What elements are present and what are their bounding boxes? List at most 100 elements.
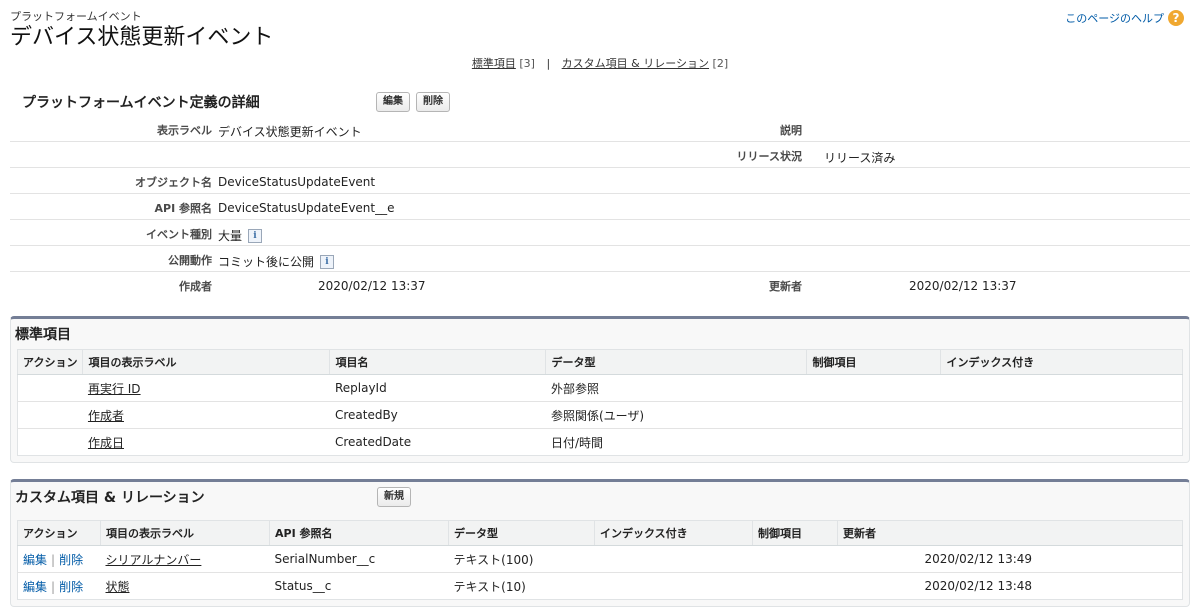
detail-row: オブジェクト名 DeviceStatusUpdateEvent — [10, 168, 1190, 194]
column-header: 更新者 — [837, 520, 1183, 546]
detail-label: 公開動作 — [168, 254, 212, 267]
detail-value-right: リリース済み — [824, 151, 896, 165]
field-name-cell: CreatedBy — [329, 401, 546, 429]
detail-label: イベント種別 — [146, 228, 212, 241]
label-cell: 作成者 — [82, 401, 330, 429]
related-list-header: 標準項目 — [11, 319, 1189, 349]
action-cell — [18, 429, 83, 456]
related-list-title: カスタム項目 & リレーション — [15, 490, 205, 506]
detail-row: 表示ラベル デバイス状態更新イベント 説明 — [10, 116, 1190, 142]
detail-value: DeviceStatusUpdateEvent__e — [218, 201, 395, 215]
column-header: データ型 — [448, 520, 595, 546]
label-cell: 状態 — [101, 573, 270, 600]
controlling-field-cell — [753, 573, 838, 600]
action-cell — [17, 374, 83, 402]
object-type-label: プラットフォームイベント — [10, 10, 142, 23]
custom-fields-table: アクション 項目の表示ラベル API 参照名 データ型 インデックス付き 制御項… — [17, 520, 1183, 600]
controlling-field-cell — [806, 401, 941, 429]
column-header: アクション — [17, 349, 84, 375]
standard-fields-count: [3] — [519, 57, 535, 70]
column-header: 項目の表示ラベル — [82, 349, 331, 375]
detail-label: 表示ラベル — [157, 124, 212, 137]
column-header: 制御項目 — [752, 520, 838, 546]
table-row: 編集 | 削除 シリアルナンバー SerialNumber__c テキスト(100)… — [17, 545, 1183, 573]
page-header: プラットフォームイベント デバイス状態更新イベント — [10, 10, 273, 52]
detail-row: 公開動作 コミット後に公開 i — [10, 246, 1190, 272]
field-name-cell: ReplayId — [329, 374, 546, 402]
standard-fields-list: 標準項目 アクション 項目の表示ラベル 項目名 データ型 制御項目 インデックス… — [10, 316, 1190, 463]
action-cell — [17, 401, 83, 429]
field-label-link[interactable]: 作成者 — [88, 409, 124, 423]
event-definition-detail: プラットフォームイベント定義の詳細 編集 削除 表示ラベル デバイス状態更新イベ… — [10, 88, 1190, 297]
help-link-label[interactable]: このページのヘルプ — [1065, 10, 1164, 26]
link-separator: | — [546, 57, 551, 70]
table-header-row: アクション 項目の表示ラベル 項目名 データ型 制御項目 インデックス付き — [17, 349, 1183, 375]
new-field-button[interactable]: 新規 — [377, 487, 411, 507]
action-separator: | — [51, 552, 56, 567]
table-row: 再実行 ID ReplayId 外部参照 — [17, 374, 1183, 402]
detail-header: プラットフォームイベント定義の詳細 編集 削除 — [10, 88, 1190, 116]
action-cell: 編集 | 削除 — [17, 545, 101, 573]
related-list-links: 標準項目 [3] | カスタム項目 & リレーション [2] — [0, 55, 1200, 71]
column-header: データ型 — [545, 349, 808, 375]
table-row: 作成者 CreatedBy 参照関係(ユーザ) — [17, 401, 1183, 429]
related-list-title: 標準項目 — [15, 327, 71, 343]
info-icon[interactable]: i — [320, 254, 335, 269]
detail-value: 大量 i — [218, 227, 263, 244]
detail-row: リリース状況 リリース済み — [10, 142, 1190, 168]
api-name-cell: SerialNumber__c — [269, 545, 449, 573]
edit-button[interactable]: 編集 — [376, 92, 410, 112]
detail-row: イベント種別 大量 i — [10, 220, 1190, 246]
detail-value: DeviceStatusUpdateEvent — [218, 175, 376, 189]
edit-link[interactable]: 編集 — [23, 580, 47, 594]
column-header: 項目の表示ラベル — [100, 520, 270, 546]
standard-fields-table: アクション 項目の表示ラベル 項目名 データ型 制御項目 インデックス付き 再実… — [17, 349, 1183, 456]
detail-label-right: 説明 — [780, 124, 802, 137]
column-header: インデックス付き — [594, 520, 753, 546]
detail-row: API 参照名 DeviceStatusUpdateEvent__e — [10, 194, 1190, 220]
data-type-cell: 日付/時間 — [550, 435, 603, 450]
data-type-cell: テキスト(100) — [448, 545, 595, 573]
info-icon[interactable]: i — [248, 228, 263, 243]
column-header: インデックス付き — [940, 349, 1183, 375]
field-label-link[interactable]: 再実行 ID — [88, 382, 141, 396]
table-row: 編集 | 削除 状態 Status__c テキスト(10) 2020/02/12 1… — [18, 573, 1183, 600]
field-label-link[interactable]: 状態 — [106, 580, 130, 594]
data-type-cell: 参照関係(ユーザ) — [545, 401, 807, 429]
column-header: アクション — [17, 520, 101, 546]
controlling-field-cell — [807, 429, 941, 456]
page-title: デバイス状態更新イベント — [10, 25, 274, 50]
detail-value: デバイス状態更新イベント — [218, 125, 362, 139]
indexed-cell — [941, 429, 1183, 456]
detail-label: 作成者 — [179, 280, 212, 293]
related-list-header: カスタム項目 & リレーション 新規 — [11, 482, 1189, 512]
detail-label: オブジェクト名 — [135, 176, 212, 189]
detail-title: プラットフォームイベント定義の詳細 — [22, 95, 260, 111]
standard-fields-link[interactable]: 標準項目 — [472, 57, 516, 70]
custom-fields-list: カスタム項目 & リレーション 新規 アクション 項目の表示ラベル API 参照… — [10, 479, 1190, 607]
field-name-cell: CreatedDate — [334, 435, 412, 449]
delete-link[interactable]: 削除 — [59, 580, 83, 594]
help-link[interactable]: このページのヘルプ ? — [1065, 10, 1184, 26]
detail-row: 作成者 2020/02/12 13:37 更新者 2020/02/12 13:3… — [10, 272, 1190, 297]
column-header: 制御項目 — [806, 349, 942, 375]
modified-cell: 2020/02/12 13:48 — [924, 579, 1033, 593]
field-label-link[interactable]: 作成日 — [88, 436, 124, 450]
custom-fields-link[interactable]: カスタム項目 & リレーション — [562, 57, 709, 70]
delete-button[interactable]: 削除 — [416, 92, 450, 112]
label-cell: 再実行 ID — [82, 374, 330, 402]
modified-cell: 2020/02/12 13:49 — [837, 545, 1183, 573]
column-header: 項目名 — [329, 349, 547, 375]
controlling-field-cell — [806, 374, 941, 402]
detail-label-right: リリース状況 — [736, 150, 802, 163]
indexed-cell — [940, 401, 1183, 429]
help-icon[interactable]: ? — [1168, 10, 1184, 26]
edit-link[interactable]: 編集 — [23, 553, 47, 567]
event-type-value: 大量 — [218, 229, 243, 243]
detail-value-right: 2020/02/12 13:37 — [909, 279, 1017, 293]
delete-link[interactable]: 削除 — [59, 553, 83, 567]
detail-label: API 参照名 — [154, 202, 213, 215]
api-name-cell: Status__c — [274, 579, 332, 593]
field-label-link[interactable]: シリアルナンバー — [106, 553, 202, 567]
table-row: 作成日 CreatedDate 日付/時間 — [18, 429, 1183, 456]
